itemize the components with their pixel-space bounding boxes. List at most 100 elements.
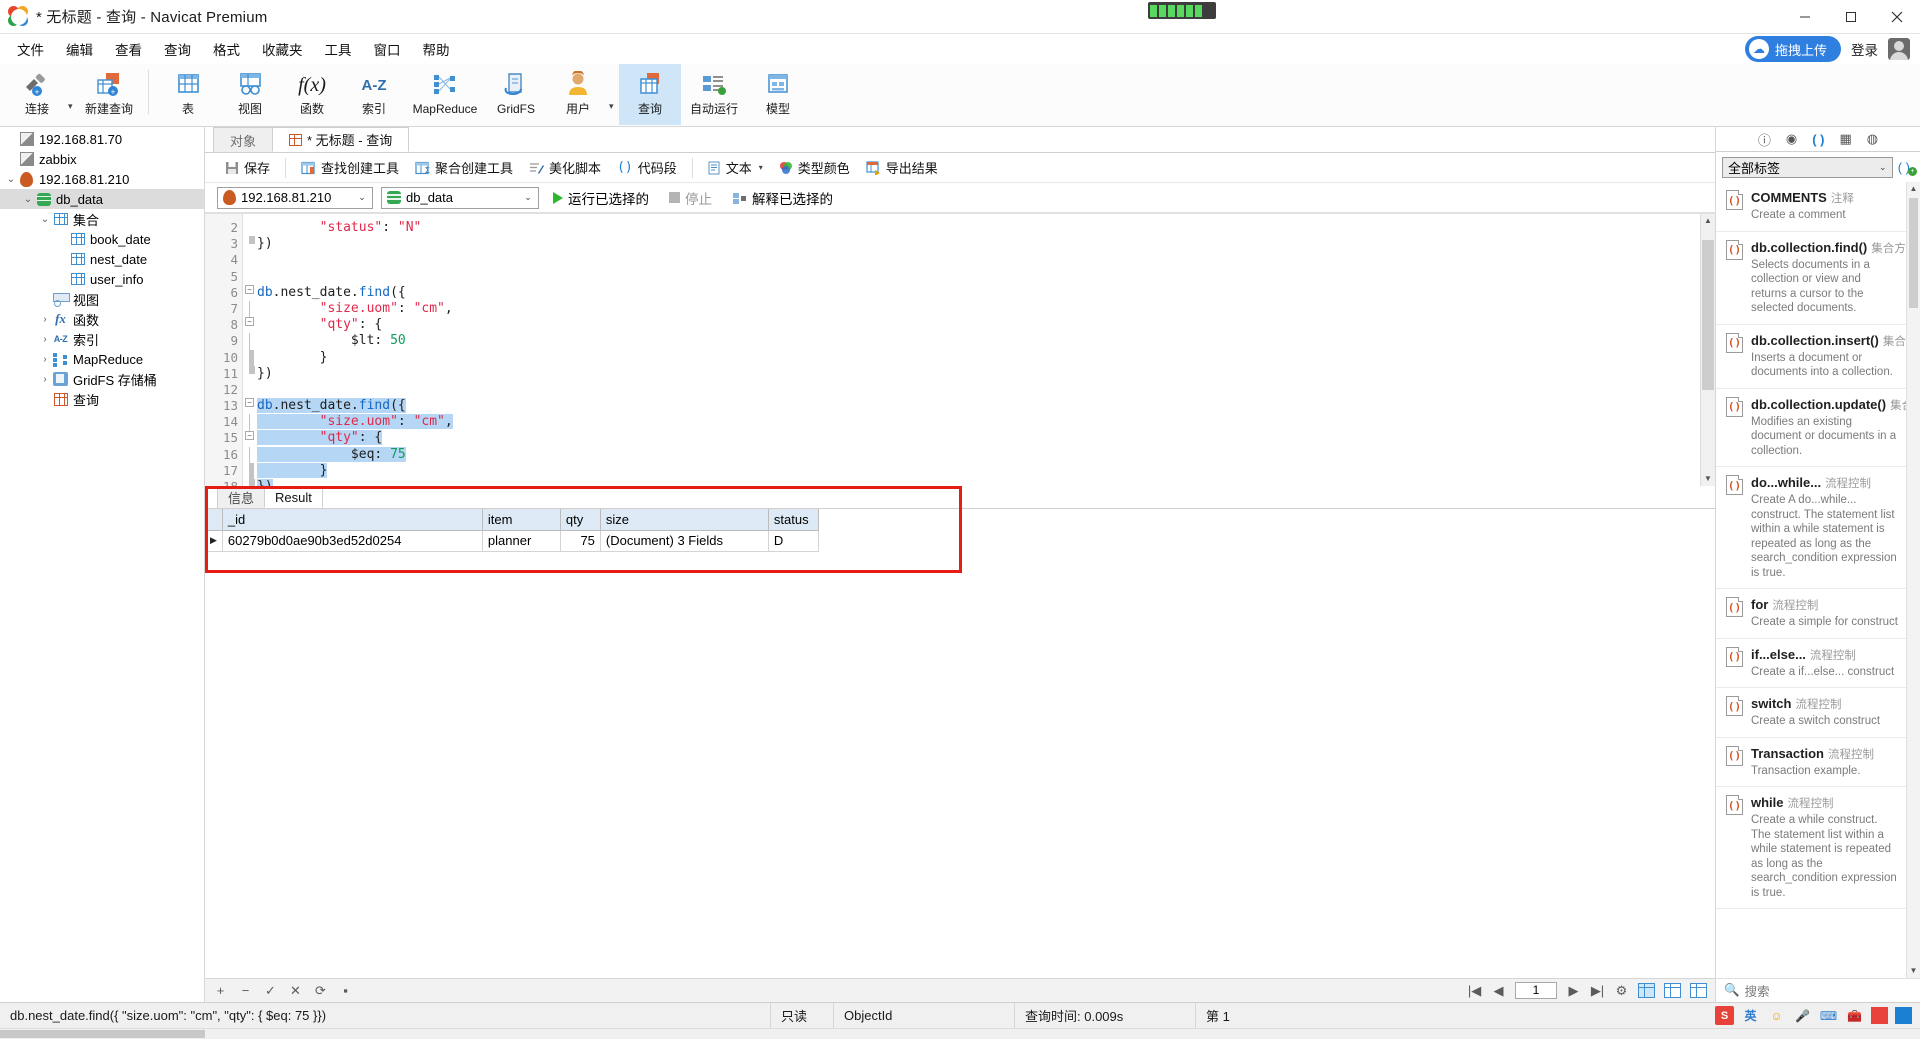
- scroll-up-icon[interactable]: ▲: [1907, 182, 1920, 196]
- code-line[interactable]: "status": "N": [257, 220, 1700, 236]
- tab-untitled-query[interactable]: * 无标题 - 查询: [272, 127, 410, 152]
- tree-node[interactable]: 192.168.81.70: [0, 129, 204, 149]
- table-cell[interactable]: D: [768, 530, 819, 552]
- code-line[interactable]: }): [257, 236, 1700, 252]
- type-color-button[interactable]: 类型颜色: [771, 155, 858, 181]
- fold-toggle-icon[interactable]: −: [245, 317, 254, 327]
- toolbar-user[interactable]: 用户: [547, 64, 609, 125]
- snippet-item[interactable]: while流程控制 Create a while construct. The s…: [1716, 787, 1906, 909]
- text-button[interactable]: 文本 ▾: [700, 155, 771, 181]
- snippet-item[interactable]: db.collection.insert()集合 Inserts a docume…: [1716, 325, 1906, 389]
- snippet-item[interactable]: db.collection.update()集合 Modifies an exis…: [1716, 389, 1913, 467]
- toolbar-view[interactable]: 视图: [219, 64, 281, 125]
- code-line[interactable]: [257, 382, 1700, 398]
- toolbox-icon[interactable]: 🧰: [1845, 1006, 1864, 1025]
- menu-favorites[interactable]: 收藏夹: [251, 36, 314, 62]
- tree-node[interactable]: ⌄ 192.168.81.210: [0, 169, 204, 189]
- grid-view-button[interactable]: [1638, 983, 1655, 998]
- column-header[interactable]: _id: [222, 509, 483, 531]
- menu-view[interactable]: 查看: [104, 36, 153, 62]
- stop-button[interactable]: 停止: [663, 186, 718, 210]
- prev-page-button[interactable]: ◀: [1491, 983, 1506, 999]
- snippet-scrollbar[interactable]: ▲ ▼: [1906, 182, 1920, 978]
- menu-edit[interactable]: 编辑: [55, 36, 104, 62]
- menu-tools[interactable]: 工具: [314, 36, 363, 62]
- editor-fold-column[interactable]: − − − −: [243, 214, 257, 488]
- add-record-button[interactable]: +: [213, 983, 228, 998]
- chevron-down-icon[interactable]: ⌄: [38, 214, 52, 225]
- form-view-button[interactable]: [1664, 983, 1681, 998]
- code-parens-icon[interactable]: ( ): [1812, 132, 1824, 147]
- toolbar-connection[interactable]: + 连接: [6, 64, 68, 125]
- tree-node[interactable]: 查询: [0, 389, 204, 409]
- tree-node[interactable]: ⌄ 集合: [0, 209, 204, 229]
- stop-grid-button[interactable]: ▪: [338, 983, 353, 998]
- snippet-item[interactable]: for流程控制 Create a simple for construct: [1716, 589, 1906, 639]
- minimize-button[interactable]: [1782, 0, 1828, 34]
- chevron-right-icon[interactable]: ›: [38, 374, 52, 385]
- next-page-button[interactable]: ▶: [1566, 983, 1581, 999]
- tree-node[interactable]: › fx 函数: [0, 309, 204, 329]
- tab-objects[interactable]: 对象: [213, 127, 274, 152]
- bottom-scrollbar[interactable]: [0, 1028, 1920, 1039]
- table-cell[interactable]: (Document) 3 Fields: [600, 530, 769, 552]
- snippet-item[interactable]: COMMENTS注释 Create a comment: [1716, 182, 1906, 232]
- tree-view-button[interactable]: [1690, 983, 1707, 998]
- code-line[interactable]: [257, 252, 1700, 268]
- mic-icon[interactable]: 🎤: [1793, 1006, 1812, 1025]
- connection-select[interactable]: 192.168.81.210 ⌄: [217, 186, 373, 209]
- remove-record-button[interactable]: −: [238, 983, 253, 998]
- snippet-filter-select[interactable]: 全部标签 ⌄: [1722, 156, 1893, 178]
- venn-icon[interactable]: ◍: [1867, 131, 1878, 147]
- menu-icon[interactable]: [1871, 1007, 1888, 1024]
- column-header[interactable]: item: [482, 509, 561, 531]
- run-selected-button[interactable]: 运行已选择的: [547, 186, 655, 210]
- first-page-button[interactable]: |◀: [1467, 983, 1482, 999]
- export-result-button[interactable]: 导出结果: [858, 155, 946, 181]
- result-grid[interactable]: _id item qty size status ▶ 60279b0d0ae90b3ed52…: [205, 509, 819, 552]
- scroll-thumb[interactable]: [1702, 240, 1714, 390]
- code-line[interactable]: "size.uom": "cm",: [257, 414, 1700, 430]
- scroll-thumb[interactable]: [1909, 198, 1918, 308]
- chevron-right-icon[interactable]: ›: [38, 354, 52, 365]
- sogou-icon[interactable]: S: [1715, 1006, 1734, 1025]
- english-icon[interactable]: 英: [1741, 1006, 1760, 1025]
- menu-help[interactable]: 帮助: [412, 36, 461, 62]
- connection-dropdown-caret[interactable]: ▾: [68, 101, 78, 112]
- editor-code[interactable]: "status": "N"}) db.nest_date.find({ "siz…: [257, 214, 1700, 486]
- snippet-item[interactable]: switch流程控制 Create a switch construct: [1716, 688, 1906, 738]
- chevron-down-icon[interactable]: ⌄: [4, 174, 18, 185]
- code-line[interactable]: [257, 269, 1700, 285]
- avatar[interactable]: [1888, 38, 1910, 60]
- code-line[interactable]: }): [257, 479, 1700, 486]
- tree-node[interactable]: 视图: [0, 289, 204, 309]
- last-page-button[interactable]: ▶|: [1590, 983, 1605, 999]
- code-line[interactable]: }): [257, 366, 1700, 382]
- emoji-icon[interactable]: ☺: [1767, 1006, 1786, 1025]
- snippet-list[interactable]: COMMENTS注释 Create a comment db.collection.…: [1716, 182, 1920, 978]
- database-select[interactable]: db_data ⌄: [381, 186, 539, 209]
- aggregate-builder-button[interactable]: Σ 聚合创建工具: [407, 155, 521, 181]
- login-button[interactable]: 登录: [1851, 39, 1878, 59]
- snippet-button[interactable]: () 代码段: [609, 155, 685, 181]
- chevron-right-icon[interactable]: ›: [38, 334, 52, 345]
- table-cell[interactable]: 75: [560, 530, 601, 552]
- keyboard-icon[interactable]: ⌨: [1819, 1006, 1838, 1025]
- eye-icon[interactable]: ◉: [1786, 131, 1797, 147]
- object-tree[interactable]: 192.168.81.70 zabbix ⌄ 192.168.81.210 ⌄ db_da…: [0, 127, 204, 1002]
- refresh-button[interactable]: ⟳: [313, 983, 328, 999]
- result-grid-area[interactable]: _id item qty size status ▶ 60279b0d0ae90b3ed52…: [205, 509, 1715, 978]
- toolbar-gridfs[interactable]: GridFS: [485, 64, 547, 125]
- beautify-button[interactable]: 美化脚本: [521, 155, 609, 181]
- code-line[interactable]: db.nest_date.find({: [257, 398, 1700, 414]
- tree-node[interactable]: user_info: [0, 269, 204, 289]
- user-dropdown-caret[interactable]: ▾: [609, 101, 619, 112]
- grid-icon[interactable]: ▦: [1840, 131, 1852, 147]
- tree-node[interactable]: nest_date: [0, 249, 204, 269]
- column-header[interactable]: qty: [560, 509, 601, 531]
- toolbar-function[interactable]: f(x) 函数: [281, 64, 343, 125]
- cancel-button[interactable]: ✕: [288, 983, 303, 999]
- scroll-thumb[interactable]: [0, 1030, 205, 1038]
- code-line[interactable]: $lt: 50: [257, 333, 1700, 349]
- grid-settings-button[interactable]: ⚙: [1614, 983, 1629, 999]
